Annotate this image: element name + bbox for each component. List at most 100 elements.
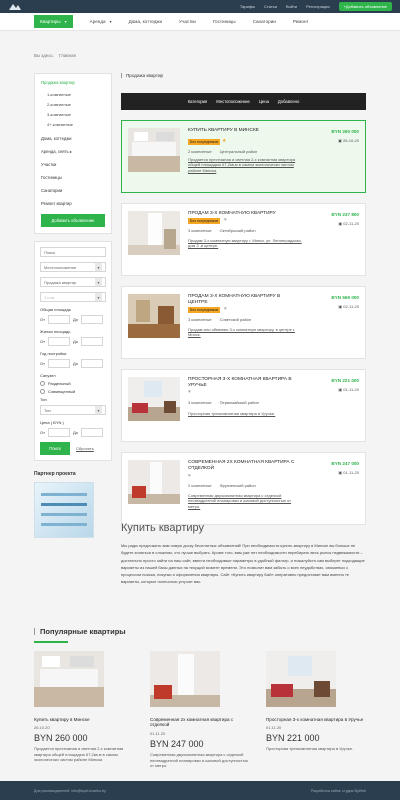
no-agents-badge: Без посредников: [188, 139, 221, 145]
listing-photo[interactable]: [128, 377, 180, 421]
listing-title[interactable]: ПРОДАМ 3-Х КОМНАТНУЮ КВАРТИРУ В ЦЕНТРЕ: [188, 294, 298, 306]
radio-combined[interactable]: Совмещенный: [40, 389, 106, 394]
listing-card[interactable]: СОВРЕМЕННАЯ 2Х КОМНАТНАЯ КВАРТИРА С ОТДЕ…: [121, 452, 366, 525]
top-link-login[interactable]: Войти: [286, 4, 297, 9]
breadcrumb-home[interactable]: Главная: [59, 53, 76, 58]
category-hotels[interactable]: Гостиницы: [41, 175, 105, 180]
year-from-input[interactable]: [47, 359, 70, 368]
sub-item-3room[interactable]: 3-комнатные: [47, 110, 105, 120]
nav-item-houses[interactable]: Дома, коттеджи: [129, 19, 162, 24]
nav-item-sanatoriums[interactable]: Санатории: [253, 19, 276, 24]
popular-item-title[interactable]: Просторная 3-х комнатная квартира в Уруч…: [266, 717, 366, 723]
filter-form: Поиск Местоположение ▾ Продажа квартир ▾ 1…: [34, 241, 112, 461]
listing-title[interactable]: ПРОДАМ 3-Х КОМНАТНУЮ КВАРТИРУ: [188, 211, 298, 217]
sub-item-1room[interactable]: 1-комнатные: [47, 90, 105, 100]
rooms-select[interactable]: 1 к.кв. ▾: [40, 292, 106, 302]
listing-photo[interactable]: [128, 211, 180, 255]
nav-item-rent[interactable]: Аренда ▾: [90, 19, 112, 24]
listing-date: ▣ 02-11-20: [338, 304, 359, 309]
sort-price[interactable]: Цена: [259, 99, 269, 104]
top-link-tariffs[interactable]: Тарифы: [240, 4, 255, 9]
living-from-input[interactable]: [47, 337, 70, 346]
select-value: 1 к.кв.: [44, 294, 56, 300]
search-button[interactable]: Поиск: [40, 442, 70, 455]
listing-meta: 2 комнатные Фрунзенский район: [188, 483, 256, 488]
radio-separate[interactable]: Раздельный: [40, 381, 106, 386]
reset-link[interactable]: Сбросить: [76, 446, 94, 451]
nav-item-repair[interactable]: Ремонт: [293, 19, 309, 24]
popular-item-title[interactable]: Современная 2х комнатная квартира с отде…: [150, 717, 250, 729]
heart-icon[interactable]: ♥: [188, 473, 191, 479]
listing-district: Октябрьский район: [219, 228, 256, 233]
listing-desc[interactable]: Продам или обменяю 3-х комнатную квартир…: [188, 327, 303, 338]
sidebar-add-ad-button[interactable]: Добавить объявление: [41, 214, 105, 227]
category-houses[interactable]: Дома, коттеджи: [41, 136, 105, 141]
add-ad-button[interactable]: +Добавить объявление: [338, 2, 392, 11]
sub-item-2room[interactable]: 2-комнатные: [47, 100, 105, 110]
price-from-input[interactable]: [47, 428, 70, 437]
location-select[interactable]: Местоположение ▾: [40, 262, 106, 272]
category-rent[interactable]: Аренда, снять ▸: [41, 149, 105, 154]
popular-section: Популярные квартиры Купить квартиру в Ми…: [34, 627, 366, 769]
nav-item-hotels[interactable]: Гостиницы: [213, 19, 236, 24]
type-select[interactable]: Продажа квартир ▾: [40, 277, 106, 287]
listing-title[interactable]: ПРОСТОРНАЯ 3-Х КОМНАТНАЯ КВАРТИРА В УРУЧ…: [188, 377, 298, 389]
sort-date[interactable]: Добавлено: [278, 99, 299, 104]
listing-desc[interactable]: Современная двухкомнатная квартира с отд…: [188, 493, 303, 509]
search-input[interactable]: Поиск: [40, 247, 106, 257]
sidebar: Продажа квартир 1-комнатные 2-комнатные …: [34, 73, 112, 538]
partner-banner[interactable]: [34, 482, 94, 538]
category-repair[interactable]: Ремонт квартир: [41, 201, 105, 206]
popular-item[interactable]: Современная 2х комнатная квартира с отде…: [150, 650, 250, 769]
category-plots[interactable]: Участки: [41, 162, 105, 167]
nav-item-apartments[interactable]: Квартиры ▾: [34, 15, 73, 28]
logo[interactable]: [8, 2, 22, 11]
category-label: Аренда, снять: [41, 149, 69, 154]
listing-title[interactable]: СОВРЕМЕННАЯ 2Х КОМНАТНАЯ КВАРТИРА С ОТДЕ…: [188, 460, 298, 472]
price-to-input[interactable]: [80, 428, 103, 437]
sort-location[interactable]: Местоположение: [216, 99, 250, 104]
listing-photo[interactable]: [128, 128, 180, 172]
listing-desc[interactable]: Продается престижная и светлая 2-х комна…: [188, 157, 303, 173]
listing-card[interactable]: ПРОСТОРНАЯ 3-Х КОМНАТНАЯ КВАРТИРА В УРУЧ…: [121, 369, 366, 442]
heart-icon[interactable]: ♥: [224, 217, 227, 223]
listing-desc[interactable]: Просторная трехкомнатная квартира в Уруч…: [188, 411, 303, 416]
heart-icon[interactable]: ♥: [188, 389, 191, 395]
nav-label: Аренда: [89, 19, 106, 24]
sub-item-4room[interactable]: 4+ комнатные: [47, 120, 105, 130]
radio-label: Раздельный: [48, 381, 71, 386]
top-link-articles[interactable]: Статьи: [264, 4, 277, 9]
listing-card[interactable]: КУПИТЬ КВАРТИРУ В МИНСКЕ Без посредников…: [121, 120, 366, 193]
listing-photo[interactable]: [128, 460, 180, 504]
listing-card[interactable]: ПРОДАМ 3-Х КОМНАТНУЮ КВАРТИРУ Без посред…: [121, 203, 366, 276]
nav-item-plots[interactable]: Участки: [179, 19, 196, 24]
heart-icon[interactable]: ♥: [224, 306, 227, 312]
living-to-input[interactable]: [80, 337, 103, 346]
listing-photo[interactable]: [128, 294, 180, 338]
date-value: 26-10-20: [342, 138, 359, 143]
listing-area: Продажа квартир Категория Местоположение…: [121, 73, 366, 525]
popular-photo[interactable]: [34, 650, 104, 707]
area-to-input[interactable]: [80, 315, 103, 324]
category-sale[interactable]: Продажа квартир: [41, 80, 105, 85]
footer-credit[interactable]: Разработка сайта: студия ByWeb: [311, 789, 366, 793]
area-from-input[interactable]: [47, 315, 70, 324]
popular-photo[interactable]: [266, 650, 336, 707]
popular-item[interactable]: Купить квартиру в Минске 26.10.20 BYN 26…: [34, 650, 134, 769]
listing-card[interactable]: ПРОДАМ 3-Х КОМНАТНУЮ КВАРТИРУ В ЦЕНТРЕ Б…: [121, 286, 366, 359]
listing-desc[interactable]: Продам 3-х комнатную квартиру г. Минск, …: [188, 238, 303, 249]
house-type-label: Тип: [40, 397, 47, 402]
sort-category[interactable]: Категория: [188, 99, 208, 104]
listing-title[interactable]: КУПИТЬ КВАРТИРУ В МИНСКЕ: [188, 128, 298, 134]
category-sanatoriums[interactable]: Санатории: [41, 188, 105, 193]
top-link-register[interactable]: Регистрация: [306, 4, 329, 9]
house-type-select[interactable]: Тип ▾: [40, 405, 106, 415]
partner-title: Партнер проекта: [34, 471, 76, 477]
year-to-input[interactable]: [80, 359, 103, 368]
popular-item[interactable]: Просторная 3-х комнатная квартира в Уруч…: [266, 650, 366, 769]
popular-photo[interactable]: [150, 650, 220, 707]
popular-item-title[interactable]: Купить квартиру в Минске: [34, 717, 134, 723]
year-label: Год постройки: [40, 351, 67, 356]
popular-title: Популярные квартиры: [34, 627, 366, 636]
footer-contact[interactable]: Для рекламодателей: info@kupit-kvartiru.…: [34, 789, 106, 793]
